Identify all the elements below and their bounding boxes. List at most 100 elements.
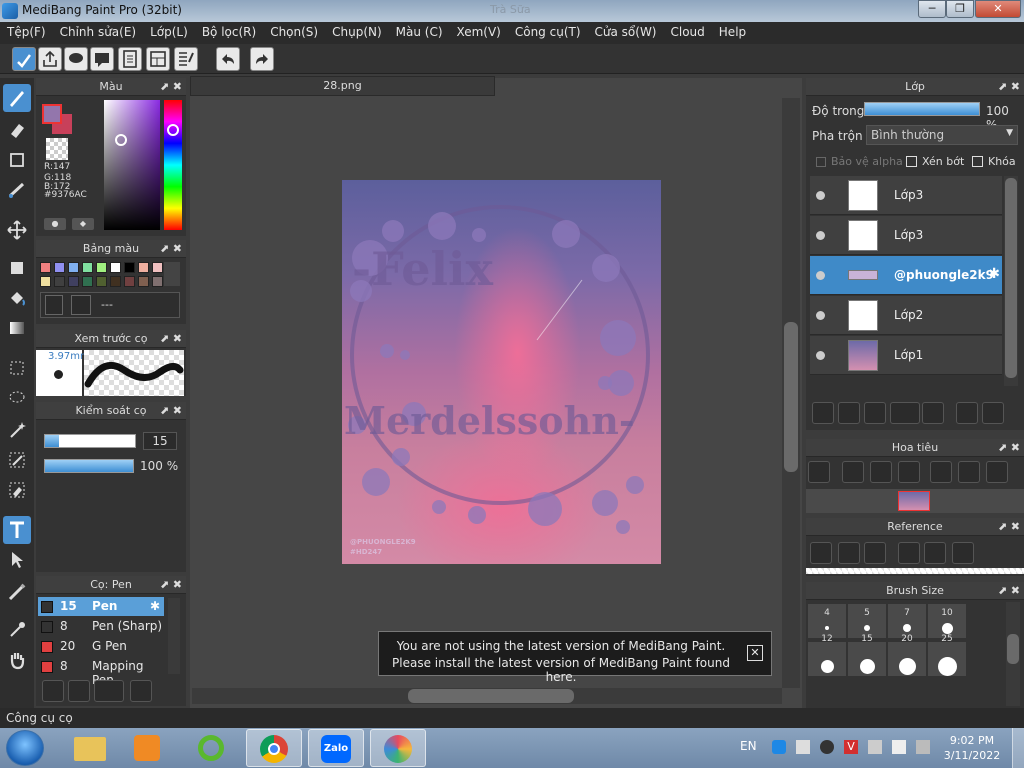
add-layer-menu-icon[interactable] — [890, 402, 920, 424]
brush-item[interactable]: 20 G Pen — [38, 637, 164, 656]
close-button[interactable]: ✕ — [975, 0, 1021, 18]
action-center-tray-icon[interactable] — [916, 740, 930, 754]
cloud-brush-icon[interactable] — [42, 680, 64, 702]
menu-cloud[interactable]: Cloud — [664, 22, 712, 44]
volume-tray-icon[interactable] — [892, 740, 906, 754]
blend-mode-select[interactable]: Bình thường ▼ — [866, 125, 1018, 145]
panel-controls-icon[interactable]: ⬈ ✖ — [998, 582, 1020, 600]
palette-swatch[interactable] — [40, 276, 51, 287]
page-manager-icon[interactable] — [146, 47, 170, 71]
foreground-color-swatch[interactable] — [42, 104, 62, 124]
brush-size-preset[interactable]: 5 — [848, 604, 886, 638]
folder-icon[interactable] — [922, 402, 944, 424]
palette-swatch[interactable] — [124, 276, 135, 287]
merge-layer-icon[interactable] — [982, 402, 1004, 424]
new-brush-icon[interactable] — [68, 680, 90, 702]
eye-icon[interactable] — [816, 231, 825, 240]
gear-icon[interactable]: ✱ — [988, 266, 1000, 282]
new-halftone-layer-icon[interactable] — [838, 402, 860, 424]
explorer-icon[interactable] — [62, 729, 118, 767]
comment-icon[interactable] — [64, 47, 88, 71]
palette-swatch[interactable] — [138, 276, 149, 287]
operation-tool-icon[interactable] — [3, 546, 31, 574]
document-icon[interactable] — [118, 47, 142, 71]
menu-tools[interactable]: Công cụ(T) — [508, 22, 588, 44]
coccoc-browser-icon[interactable] — [184, 729, 240, 767]
antivirus-tray-icon[interactable]: V — [844, 740, 858, 754]
rect-select-tool-icon[interactable] — [3, 354, 31, 382]
brush-list-scrollbar[interactable] — [168, 598, 180, 674]
add-brush-menu-icon[interactable] — [94, 680, 124, 702]
clipping-checkbox[interactable] — [906, 156, 917, 167]
eraser-tool-icon[interactable] — [3, 116, 31, 144]
zoom-in-icon[interactable] — [842, 461, 864, 483]
panel-controls-icon[interactable]: ⬈ ✖ — [160, 576, 182, 594]
layer-row[interactable]: Lớp1 — [810, 336, 1002, 375]
close-reference-icon[interactable] — [864, 542, 886, 564]
brush-opacity-slider[interactable] — [44, 459, 134, 473]
brush-item[interactable]: 8Mapping Pen — [38, 657, 164, 687]
brush-size-preset[interactable]: 12 — [808, 634, 846, 676]
protect-alpha-checkbox[interactable] — [816, 157, 826, 167]
gradient-tool-icon[interactable] — [3, 314, 31, 342]
layer-list-scrollbar[interactable] — [1004, 176, 1018, 386]
share-icon[interactable] — [38, 47, 62, 71]
brush-size-scroll-thumb[interactable] — [1007, 634, 1019, 664]
taskbar-clock[interactable]: 9:02 PM 3/11/2022 — [936, 733, 1008, 763]
brush-size-preset[interactable]: 7 — [888, 604, 926, 638]
brush-tool-icon[interactable] — [3, 84, 31, 112]
open-folder-icon[interactable] — [838, 542, 860, 564]
palette-swatch[interactable] — [54, 276, 65, 287]
text-tool-icon[interactable] — [3, 516, 31, 544]
rectangle-tool-icon[interactable] — [3, 146, 31, 174]
palette-swatch[interactable] — [138, 262, 149, 273]
media-player-icon[interactable] — [120, 729, 176, 767]
cloud-save-icon[interactable] — [12, 47, 36, 71]
panel-controls-icon[interactable]: ⬈ ✖ — [160, 330, 182, 348]
language-indicator[interactable]: EN — [740, 739, 757, 753]
palette-swatch[interactable] — [96, 276, 107, 287]
lasso-tool-icon[interactable] — [3, 384, 31, 412]
lock-checkbox[interactable] — [972, 156, 983, 167]
panel-controls-icon[interactable]: ⬈ ✖ — [160, 240, 182, 258]
menu-help[interactable]: Help — [712, 22, 753, 44]
fit-window-icon[interactable] — [924, 542, 946, 564]
palette-swatch[interactable] — [82, 262, 93, 273]
panel-controls-icon[interactable]: ⬈ ✖ — [998, 78, 1020, 96]
dropper-line-tool-icon[interactable] — [3, 578, 31, 606]
eye-icon[interactable] — [816, 351, 825, 360]
duplicate-layer-icon[interactable] — [956, 402, 978, 424]
layer-row[interactable]: Lớp2 — [810, 296, 1002, 335]
fit-window-icon[interactable] — [870, 461, 892, 483]
rotate-left-icon[interactable] — [930, 461, 952, 483]
start-button-icon[interactable] — [6, 730, 44, 766]
brush-item[interactable]: 15 Pen ✱ — [38, 597, 164, 616]
chat-icon[interactable] — [90, 47, 114, 71]
brush-size-preset[interactable]: 20 — [888, 634, 926, 676]
vscroll-thumb[interactable] — [784, 322, 798, 472]
bucket-tool-icon[interactable] — [3, 284, 31, 312]
notice-close-icon[interactable]: ✕ — [747, 645, 763, 661]
eye-icon[interactable] — [816, 271, 825, 280]
saturation-value-picker[interactable] — [104, 100, 160, 230]
update-notice[interactable]: You are not using the latest version of … — [378, 631, 772, 684]
panel-controls-icon[interactable]: ⬈ ✖ — [160, 402, 182, 420]
palette-swatch[interactable] — [82, 276, 93, 287]
zalo-icon[interactable]: Zalo — [308, 729, 364, 767]
zalo-tray-icon[interactable] — [772, 740, 786, 754]
update-notice-line2[interactable]: Please install the latest version of Med… — [379, 656, 743, 684]
menu-edit[interactable]: Chỉnh sửa(E) — [53, 22, 144, 44]
move-tool-icon[interactable] — [3, 216, 31, 244]
brush-size-preset[interactable]: 25 — [928, 634, 966, 676]
panel-controls-icon[interactable]: ⬈ ✖ — [998, 518, 1020, 536]
fit-screen-icon[interactable] — [958, 461, 980, 483]
new-layer-icon[interactable] — [812, 402, 834, 424]
eye-icon[interactable] — [816, 311, 825, 320]
palette-swatch[interactable] — [96, 262, 107, 273]
navigator-preview[interactable] — [806, 489, 1024, 513]
rotate-right-icon[interactable] — [986, 461, 1008, 483]
brush-item[interactable]: 8 Pen (Sharp) — [38, 617, 164, 636]
palette-swatch[interactable] — [110, 276, 121, 287]
panel-controls-icon[interactable]: ⬈ ✖ — [160, 78, 182, 96]
undo-icon[interactable] — [216, 47, 240, 71]
